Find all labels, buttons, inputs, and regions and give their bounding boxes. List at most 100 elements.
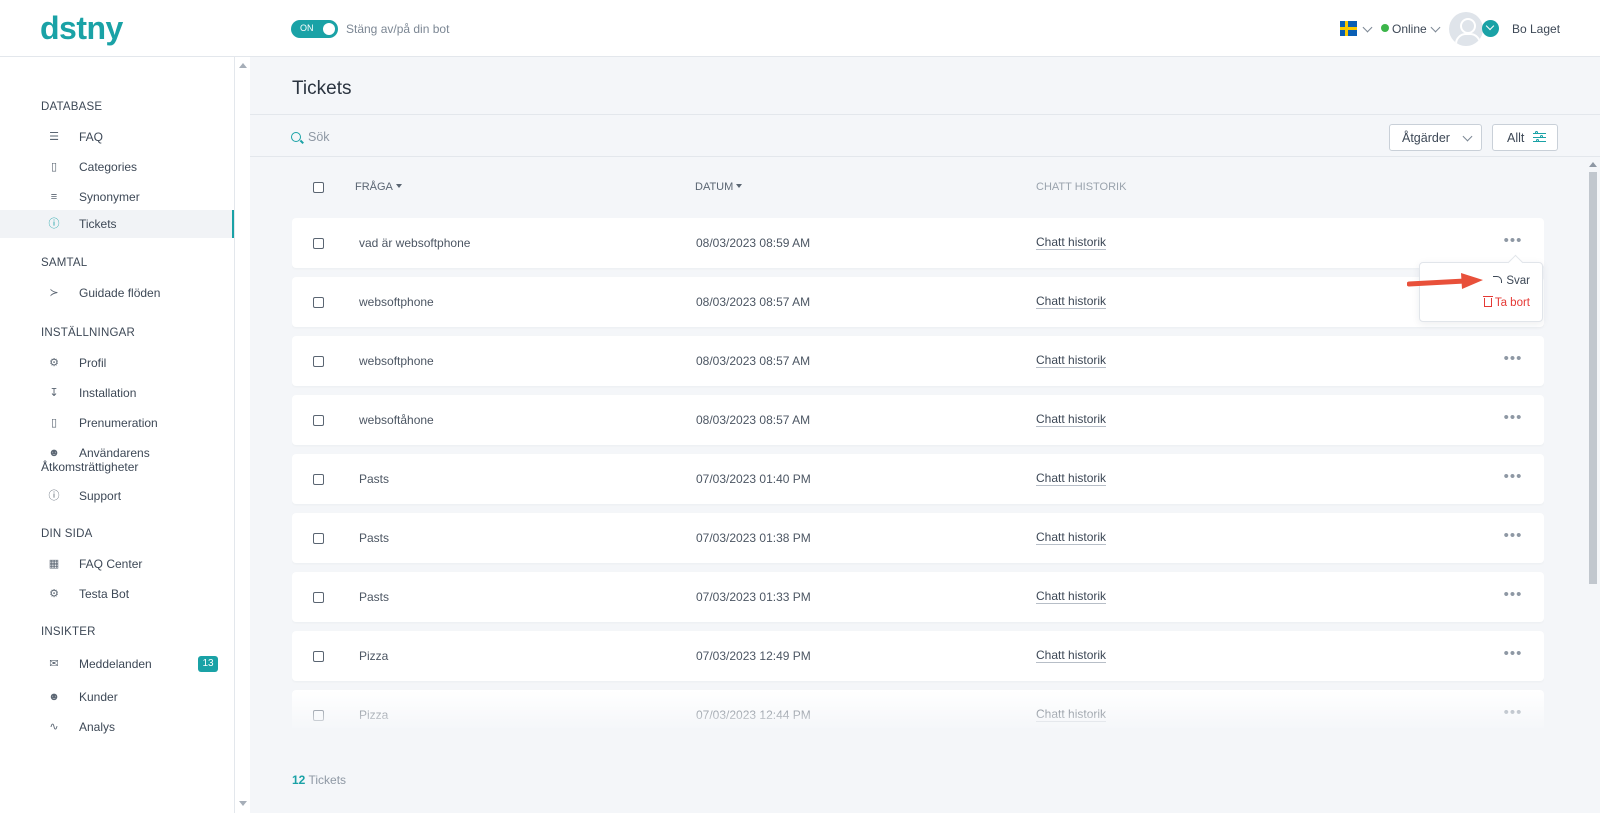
sidebar-item-label: Profil bbox=[79, 356, 107, 370]
column-header-question[interactable]: FRÅGA bbox=[355, 181, 402, 193]
chat-history-link[interactable]: Chatt historik bbox=[1036, 354, 1107, 368]
tickets-list: vad är websoftphone 08/03/2023 08:59 AM … bbox=[292, 218, 1544, 728]
chevron-down-icon[interactable] bbox=[1362, 22, 1373, 33]
search-input[interactable] bbox=[308, 126, 708, 148]
ticket-date: 07/03/2023 01:40 PM bbox=[696, 472, 811, 486]
sidebar-item-installation[interactable]: ↧ Installation bbox=[0, 379, 234, 407]
sidebar-divider bbox=[234, 57, 235, 813]
section-title-installningar: INSTÄLLNINGAR bbox=[41, 327, 135, 339]
sidebar-item-label: Guidade flöden bbox=[79, 286, 161, 300]
sidebar-item-testa-bot[interactable]: ⚙ Testa Bot bbox=[0, 580, 234, 608]
row-checkbox[interactable] bbox=[313, 356, 324, 367]
ticket-date: 07/03/2023 12:44 PM bbox=[696, 708, 811, 722]
scroll-up-arrow-icon[interactable] bbox=[239, 63, 247, 68]
chevron-down-icon[interactable] bbox=[1430, 22, 1441, 33]
clipboard-icon: ▯ bbox=[50, 161, 58, 173]
table-row: websoftphone 08/03/2023 08:57 AM Chatt h… bbox=[292, 277, 1544, 327]
strikethrough-icon: ≡ bbox=[50, 191, 58, 203]
row-checkbox[interactable] bbox=[313, 710, 324, 721]
delete-label: Ta bort bbox=[1494, 297, 1530, 309]
sidebar-item-faq-center[interactable]: ▦ FAQ Center bbox=[0, 550, 234, 578]
more-options-icon[interactable]: ••• bbox=[1502, 409, 1524, 427]
sidebar-item-kunder[interactable]: ☻ Kunder bbox=[0, 683, 234, 711]
scrollbar-thumb[interactable] bbox=[1589, 172, 1597, 584]
users-icon: ☻ bbox=[48, 691, 60, 703]
username[interactable]: Bo Laget bbox=[1512, 22, 1560, 36]
more-options-icon[interactable]: ••• bbox=[1502, 350, 1524, 368]
column-header-label: FRÅGA bbox=[355, 181, 393, 193]
sidebar-item-meddelanden[interactable]: ✉ Meddelanden 13 bbox=[0, 650, 234, 678]
toggle-label: Stäng av/på din bot bbox=[346, 22, 450, 36]
sidebar-item-support[interactable]: ⓘ Support bbox=[0, 482, 234, 510]
row-checkbox[interactable] bbox=[313, 238, 324, 249]
row-checkbox[interactable] bbox=[313, 474, 324, 485]
reply-menu-item[interactable]: Svar bbox=[1493, 275, 1530, 287]
more-options-icon[interactable]: ••• bbox=[1502, 704, 1524, 722]
filter-label: Allt bbox=[1507, 131, 1525, 145]
ticket-date: 08/03/2023 08:59 AM bbox=[696, 236, 811, 250]
sort-caret-icon bbox=[395, 184, 402, 188]
sidebar-item-label: Kunder bbox=[79, 690, 118, 704]
chat-history-link[interactable]: Chatt historik bbox=[1036, 472, 1107, 486]
delete-menu-item[interactable]: Ta bort bbox=[1482, 296, 1530, 309]
status-text[interactable]: Online bbox=[1392, 22, 1427, 36]
more-options-icon[interactable]: ••• bbox=[1502, 232, 1524, 250]
sidebar-item-guidade-floden[interactable]: ≻ Guidade flöden bbox=[0, 279, 234, 307]
ticket-question: websoftåhone bbox=[359, 413, 434, 427]
annotation-arrow-icon bbox=[1407, 273, 1483, 289]
row-checkbox[interactable] bbox=[313, 592, 324, 603]
cogs-icon: ⚙ bbox=[49, 588, 59, 600]
row-checkbox[interactable] bbox=[313, 415, 324, 426]
column-header-history: CHATT HISTORIK bbox=[1036, 181, 1127, 193]
reply-icon bbox=[1493, 276, 1503, 283]
ticket-date: 08/03/2023 08:57 AM bbox=[696, 413, 811, 427]
sidebar-item-profil[interactable]: ⚙ Profil bbox=[0, 349, 234, 377]
sidebar-item-faq[interactable]: ☰ FAQ bbox=[0, 123, 234, 151]
chat-history-link[interactable]: Chatt historik bbox=[1036, 649, 1107, 663]
scroll-down-arrow-icon[interactable] bbox=[239, 801, 247, 806]
sidebar-item-tickets[interactable]: ⓘ Tickets bbox=[0, 210, 234, 238]
column-header-date[interactable]: DATUM bbox=[695, 181, 743, 193]
sidebar-item-anvandarens-atkomstrattigheter[interactable]: ☻ Användarens Åtkomsträttigheter bbox=[0, 439, 234, 475]
avatar[interactable] bbox=[1449, 12, 1483, 46]
sidebar-item-label: Testa Bot bbox=[79, 587, 130, 601]
sweden-flag-icon[interactable] bbox=[1340, 21, 1357, 36]
sidebar-item-analys[interactable]: ∿ Analys bbox=[0, 713, 234, 741]
more-options-icon[interactable]: ••• bbox=[1502, 468, 1524, 486]
table-row: Pasts 07/03/2023 01:40 PM Chatt historik… bbox=[292, 454, 1544, 504]
bot-toggle[interactable]: ON bbox=[291, 20, 338, 38]
row-checkbox[interactable] bbox=[313, 297, 324, 308]
chat-history-link[interactable]: Chatt historik bbox=[1036, 531, 1107, 545]
avatar-chevron-icon[interactable] bbox=[1482, 20, 1499, 37]
chat-history-link[interactable]: Chatt historik bbox=[1036, 236, 1107, 250]
top-bar: dstny ON Stäng av/på din bot Online Bo L… bbox=[0, 0, 1600, 57]
section-title-database: DATABASE bbox=[41, 101, 103, 113]
table-row: Pasts 07/03/2023 01:38 PM Chatt historik… bbox=[292, 513, 1544, 563]
chat-history-link[interactable]: Chatt historik bbox=[1036, 590, 1107, 604]
scroll-up-arrow-icon[interactable] bbox=[1589, 162, 1597, 167]
sidebar-item-prenumeration[interactable]: ▯ Prenumeration bbox=[0, 409, 234, 437]
table-header: FRÅGA DATUM CHATT HISTORIK bbox=[292, 172, 1542, 202]
sidebar-item-categories[interactable]: ▯ Categories bbox=[0, 153, 234, 181]
more-options-icon[interactable]: ••• bbox=[1502, 645, 1524, 663]
logo[interactable]: dstny bbox=[40, 10, 123, 47]
sidebar-item-label: Analys bbox=[79, 720, 116, 734]
main-scrollbar[interactable] bbox=[1585, 158, 1600, 813]
tickets-count-label: Tickets bbox=[308, 773, 347, 787]
chat-history-link[interactable]: Chatt historik bbox=[1036, 413, 1107, 427]
actions-dropdown-button[interactable]: Åtgärder bbox=[1389, 124, 1482, 151]
grid-icon: ▦ bbox=[48, 558, 60, 570]
row-checkbox[interactable] bbox=[313, 533, 324, 544]
more-options-icon[interactable]: ••• bbox=[1502, 586, 1524, 604]
filter-button[interactable]: Allt bbox=[1492, 124, 1558, 151]
users-icon: ☻ bbox=[48, 447, 60, 459]
chat-history-link[interactable]: Chatt historik bbox=[1036, 295, 1107, 309]
tickets-count-number: 12 bbox=[292, 773, 306, 787]
more-options-icon[interactable]: ••• bbox=[1502, 527, 1524, 545]
messages-icon: ✉ bbox=[49, 658, 59, 670]
row-checkbox[interactable] bbox=[313, 651, 324, 662]
select-all-checkbox[interactable] bbox=[313, 182, 324, 193]
sidebar-scrollbar[interactable] bbox=[236, 57, 250, 813]
sidebar-item-synonymer[interactable]: ≡ Synonymer bbox=[0, 183, 234, 211]
chat-history-link[interactable]: Chatt historik bbox=[1036, 708, 1107, 722]
